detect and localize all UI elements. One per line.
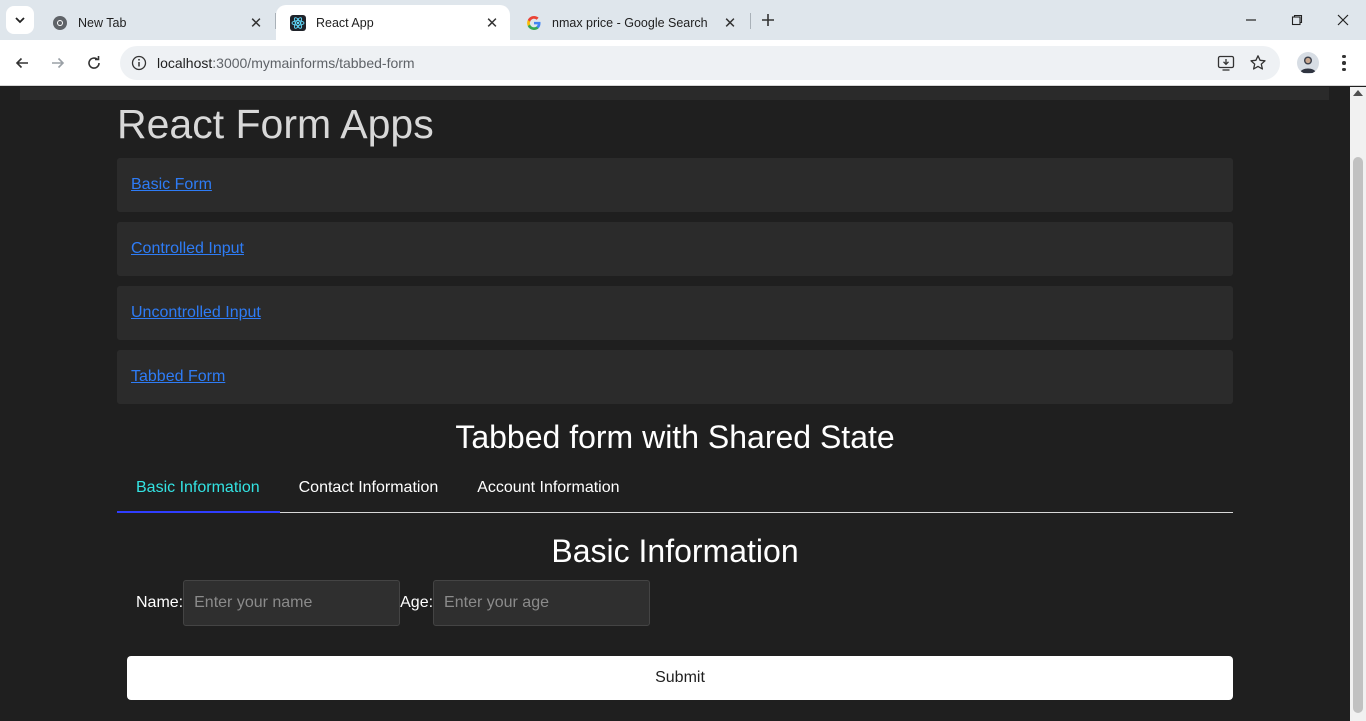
scroll-up-arrow-icon[interactable] (1353, 90, 1363, 96)
browser-tab-google-search[interactable]: nmax price - Google Search ✕ (512, 5, 748, 40)
site-info-icon[interactable] (128, 52, 150, 74)
form-heading: Tabbed form with Shared State (455, 419, 895, 455)
close-tab-icon[interactable]: ✕ (720, 13, 740, 33)
tab-search-button[interactable] (6, 6, 34, 34)
browser-toolbar: localhost:3000/mymainforms/tabbed-form (0, 40, 1366, 86)
header-strip (20, 87, 1329, 100)
basic-info-fields: Name: Age: (136, 580, 651, 626)
submit-button[interactable]: Submit (127, 656, 1233, 700)
tab-basic-information[interactable]: Basic Information (117, 469, 280, 513)
tab-title: nmax price - Google Search (552, 15, 708, 30)
forward-button[interactable] (43, 48, 73, 78)
profile-icon (1300, 56, 1316, 73)
basic-form-link[interactable]: Basic Form (131, 176, 212, 194)
browser-tabstrip: New Tab ✕ React App ✕ nmax price - Googl… (0, 0, 1366, 40)
section-heading: Basic Information (551, 533, 799, 569)
google-icon (526, 15, 542, 31)
url-path: :3000/mymainforms/tabbed-form (212, 55, 415, 71)
form-tab-bar: Basic Information Contact Information Ac… (117, 469, 1233, 513)
back-button[interactable] (7, 48, 37, 78)
profile-avatar[interactable] (1297, 52, 1319, 74)
nav-item-basic-form: Basic Form (117, 158, 1233, 212)
name-label: Name: (136, 594, 184, 611)
menu-dot (1342, 61, 1346, 65)
minimize-icon (1246, 19, 1256, 21)
tab-title: New Tab (78, 15, 127, 30)
chrome-icon (52, 15, 68, 31)
browser-tab-react-app[interactable]: React App ✕ (276, 5, 510, 40)
nav-item-controlled-input: Controlled Input (117, 222, 1233, 276)
page-title: React Form Apps (117, 101, 434, 147)
chevron-down-icon (15, 17, 25, 24)
install-app-icon[interactable] (1215, 52, 1237, 74)
browser-menu-button[interactable] (1334, 50, 1354, 76)
tab-account-information[interactable]: Account Information (458, 469, 639, 513)
uncontrolled-input-link[interactable]: Uncontrolled Input (131, 304, 261, 322)
scrollbar-thumb[interactable] (1353, 157, 1363, 713)
forward-arrow-icon (52, 57, 65, 69)
new-tab-button[interactable] (755, 7, 781, 33)
tabbed-form-link[interactable]: Tabbed Form (131, 368, 225, 386)
nav-item-uncontrolled-input: Uncontrolled Input (117, 286, 1233, 340)
tab-divider (750, 13, 751, 29)
close-icon (1337, 14, 1349, 26)
nav-item-tabbed-form: Tabbed Form (117, 350, 1233, 404)
back-arrow-icon (15, 57, 28, 69)
age-input[interactable] (433, 580, 651, 626)
url-text[interactable]: localhost:3000/mymainforms/tabbed-form (157, 55, 415, 71)
react-icon (290, 14, 306, 31)
page-scrollbar[interactable] (1350, 87, 1366, 721)
plus-icon (762, 14, 774, 26)
form-nav-list: Basic Form Controlled Input Uncontrolled… (117, 158, 1233, 414)
name-input[interactable] (183, 580, 401, 626)
address-bar[interactable]: localhost:3000/mymainforms/tabbed-form (120, 46, 1280, 80)
browser-tab-new-tab[interactable]: New Tab ✕ (38, 5, 274, 40)
close-tab-icon[interactable]: ✕ (482, 13, 502, 33)
url-host: localhost (157, 55, 213, 71)
close-tab-icon[interactable]: ✕ (246, 13, 266, 33)
menu-dot (1342, 54, 1346, 59)
close-window-button[interactable] (1320, 0, 1366, 40)
minimize-button[interactable] (1228, 0, 1274, 40)
restore-icon (1291, 14, 1303, 26)
tab-contact-information[interactable]: Contact Information (280, 469, 459, 513)
reload-icon (88, 56, 100, 69)
controlled-input-link[interactable]: Controlled Input (131, 240, 244, 258)
restore-button[interactable] (1274, 0, 1320, 40)
page-viewport: React Form Apps Basic Form Controlled In… (0, 87, 1350, 721)
bookmark-star-icon[interactable] (1247, 52, 1269, 74)
menu-dot (1342, 67, 1346, 72)
tab-title: React App (316, 15, 374, 30)
reload-button[interactable] (79, 48, 109, 78)
age-label: Age: (400, 594, 434, 611)
